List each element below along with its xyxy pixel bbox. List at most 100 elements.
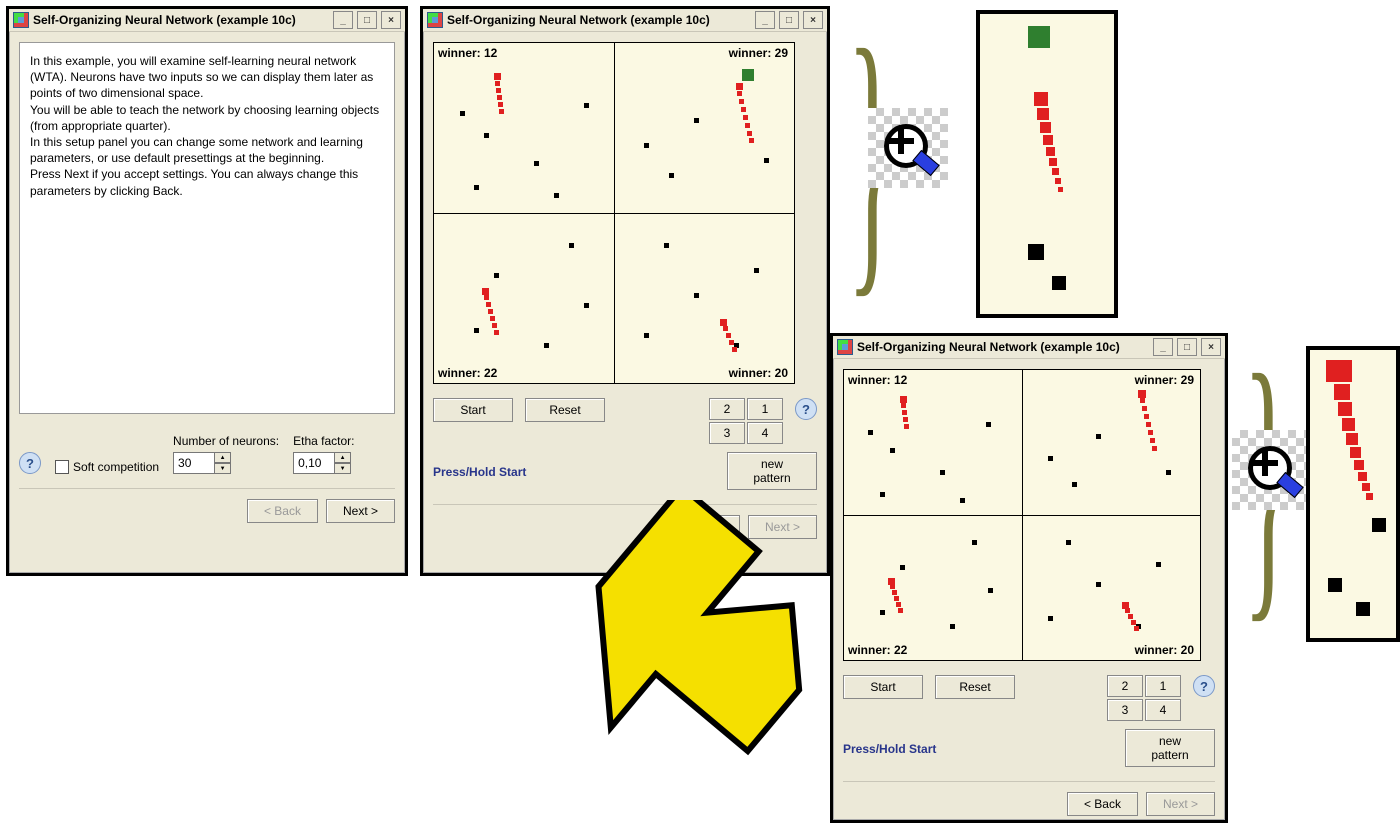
nav-row: < Back Next > [19,488,395,523]
press-hold-label: Press/Hold Start [433,465,526,479]
new-pattern-button[interactable]: new pattern [727,452,817,490]
neuron-dot [694,293,699,298]
trail-dot [1342,418,1355,431]
help-button[interactable]: ? [1193,675,1215,697]
winner-20-label: winner: 20 [729,366,788,380]
maximize-button[interactable]: □ [779,11,799,29]
app-icon [13,12,29,28]
trail-dot [1128,614,1133,619]
trail-dot [1138,390,1146,398]
trail-dot [482,288,489,295]
quadrant-3-button[interactable]: 3 [709,422,745,444]
quadrant-1-button[interactable]: 1 [747,398,783,420]
quadrant-4-button[interactable]: 4 [1145,699,1181,721]
help-button[interactable]: ? [795,398,817,420]
num-neurons-spinner[interactable]: 30 ▲▼ [173,452,231,474]
reset-button[interactable]: Reset [935,675,1015,699]
neuron-dot [544,343,549,348]
settings-row: ? Soft competition Number of neurons: 30… [19,434,395,474]
trail-dot [1358,472,1367,481]
soft-competition-label: Soft competition [73,460,159,474]
trail-dot [1125,608,1130,613]
trail-dot [726,333,731,338]
intro-p4: Press Next if you accept settings. You c… [30,166,384,198]
neuron-dot [950,624,955,629]
control-row: Start Reset 2 1 3 4 ? [433,398,817,444]
neuron-dot [880,610,885,615]
back-button[interactable]: < Back [247,499,318,523]
maximize-button[interactable]: □ [1177,338,1197,356]
trail-dot [902,410,907,415]
neuron-dot [754,268,759,273]
titlebar: Self-Organizing Neural Network (example … [833,336,1225,359]
dialog-intro: Self-Organizing Neural Network (example … [6,6,408,576]
neuron-dot [1066,540,1071,545]
titlebar: Self-Organizing Neural Network (example … [423,9,827,32]
start-button[interactable]: Start [843,675,923,699]
target-marker [742,69,754,81]
trail-dot [1148,430,1153,435]
etha-spinner[interactable]: 0,10 ▲▼ [293,452,351,474]
start-button[interactable]: Start [433,398,513,422]
neuron-dot [494,273,499,278]
trail-dot [498,102,503,107]
quadrant-4-button[interactable]: 4 [747,422,783,444]
quadrant-2-button[interactable]: 2 [709,398,745,420]
plot-area[interactable]: winner: 12 winner: 29 winner: 22 winner:… [843,369,1201,661]
neuron-dot [1096,434,1101,439]
soft-competition-checkbox[interactable] [55,460,69,474]
minimize-button[interactable]: _ [755,11,775,29]
close-button[interactable]: × [803,11,823,29]
quadrant-1-button[interactable]: 1 [1145,675,1181,697]
dialog-body: winner: 12 winner: 29 winner: 22 winner:… [423,32,827,549]
trail-dot [1140,398,1145,403]
trail-dot [1055,178,1061,184]
minimize-button[interactable]: _ [1153,338,1173,356]
trail-dot [492,323,497,328]
minimize-button[interactable]: _ [333,11,353,29]
back-button[interactable]: < Back [1067,792,1138,816]
trail-dot [497,95,502,100]
neuron-dot [940,470,945,475]
close-button[interactable]: × [1201,338,1221,356]
trail-dot [1040,122,1051,133]
winner-29-label: winner: 29 [1135,373,1194,387]
dialog-body: In this example, you will examine self-l… [9,32,405,533]
spinner-buttons[interactable]: ▲▼ [335,452,351,474]
plot-area[interactable]: winner: 12 winner: 29 winner: 22 winner:… [433,42,795,384]
maximize-button[interactable]: □ [357,11,377,29]
next-button[interactable]: Next > [326,499,395,523]
neuron-dot [484,133,489,138]
trail-dot [1142,406,1147,411]
axis-horizontal [844,515,1200,516]
num-neurons-field: Number of neurons: 30 ▲▼ [173,434,279,474]
spinner-buttons[interactable]: ▲▼ [215,452,231,474]
neuron-dot [890,448,895,453]
trail-dot [1049,158,1057,166]
app-icon [837,339,853,355]
trail-dot [495,81,500,86]
trail-dot [743,115,748,120]
trail-dot [1362,483,1370,491]
reset-button[interactable]: Reset [525,398,605,422]
close-button[interactable]: × [381,11,401,29]
trail-dot [729,340,734,345]
new-pattern-button[interactable]: new pattern [1125,729,1215,767]
trail-dot [904,424,909,429]
trail-dot [1034,92,1048,106]
app-icon [427,12,443,28]
num-neurons-value[interactable]: 30 [173,452,215,474]
quadrant-3-button[interactable]: 3 [1107,699,1143,721]
trail-dot [741,107,746,112]
quadrant-2-button[interactable]: 2 [1107,675,1143,697]
magnifier-icon [878,118,938,178]
neuron-dot [1356,602,1370,616]
axis-horizontal [434,213,794,214]
trail-dot [903,417,908,422]
etha-value[interactable]: 0,10 [293,452,335,474]
help-button[interactable]: ? [19,452,41,474]
trail-dot [496,88,501,93]
trail-dot [1346,433,1358,445]
press-hold-label: Press/Hold Start [843,742,936,756]
next-button[interactable]: Next > [1146,792,1215,816]
